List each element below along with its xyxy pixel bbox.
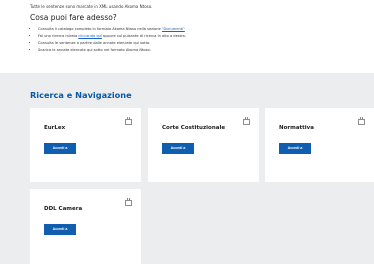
card-ddl-camera: DDL Camera Accedi a: [30, 189, 141, 264]
intro-text: Tutte le sentenze sono marcate in XML us…: [30, 4, 153, 9]
bullet-item: Scarica le annate elencate qui sotto nel…: [38, 47, 186, 54]
intro-section: Tutte le sentenze sono marcate in XML us…: [0, 0, 374, 73]
calendar-icon: [358, 117, 365, 125]
calendar-icon: [243, 117, 250, 125]
card-title: Normattiva: [279, 125, 314, 131]
access-button[interactable]: Accedi a: [162, 143, 194, 154]
bullet-item: Consulta il catalogo completo in formato…: [38, 26, 186, 33]
access-button[interactable]: Accedi a: [44, 143, 76, 154]
bullet-text: Scarica le annate elencate qui sotto nel…: [38, 48, 151, 52]
access-button[interactable]: Accedi a: [44, 224, 76, 235]
bullet-text: Consulta il catalogo completo in formato…: [38, 27, 162, 31]
bullet-item: Consulta le sentenze a partire dalle ann…: [38, 40, 186, 47]
bullet-text: Consulta le sentenze a partire dalle ann…: [38, 41, 151, 45]
bullet-text: oppure sul pulsante di ricerca in alto a…: [101, 34, 186, 38]
card-corte-costituzionale: Corte Costituzionale Accedi a: [148, 108, 259, 182]
intro-subtitle: Cosa puoi fare adesso?: [30, 13, 117, 22]
card-title: Corte Costituzionale: [162, 125, 226, 131]
calendar-icon: [125, 198, 132, 206]
section-title: Ricerca e Navigazione: [30, 90, 132, 100]
card-eurlex: EurLex Accedi a: [30, 108, 141, 182]
bullet-item: Fai una ricerca mirata cliccando qui opp…: [38, 33, 186, 40]
card-title: DDL Camera: [44, 206, 83, 212]
card-normattiva: Normattiva Accedi a: [265, 108, 374, 182]
access-button[interactable]: Accedi a: [279, 143, 311, 154]
intro-bullet-list: Consulta il catalogo completo in formato…: [38, 26, 186, 54]
calendar-icon: [125, 117, 132, 125]
documenti-link[interactable]: "Documenti": [162, 27, 185, 31]
navigation-panel: Ricerca e Navigazione EurLex Accedi a Co…: [0, 73, 374, 264]
search-here-link[interactable]: cliccando qui: [78, 34, 102, 38]
card-title: EurLex: [44, 125, 66, 131]
bullet-text: Fai una ricerca mirata: [38, 34, 79, 38]
